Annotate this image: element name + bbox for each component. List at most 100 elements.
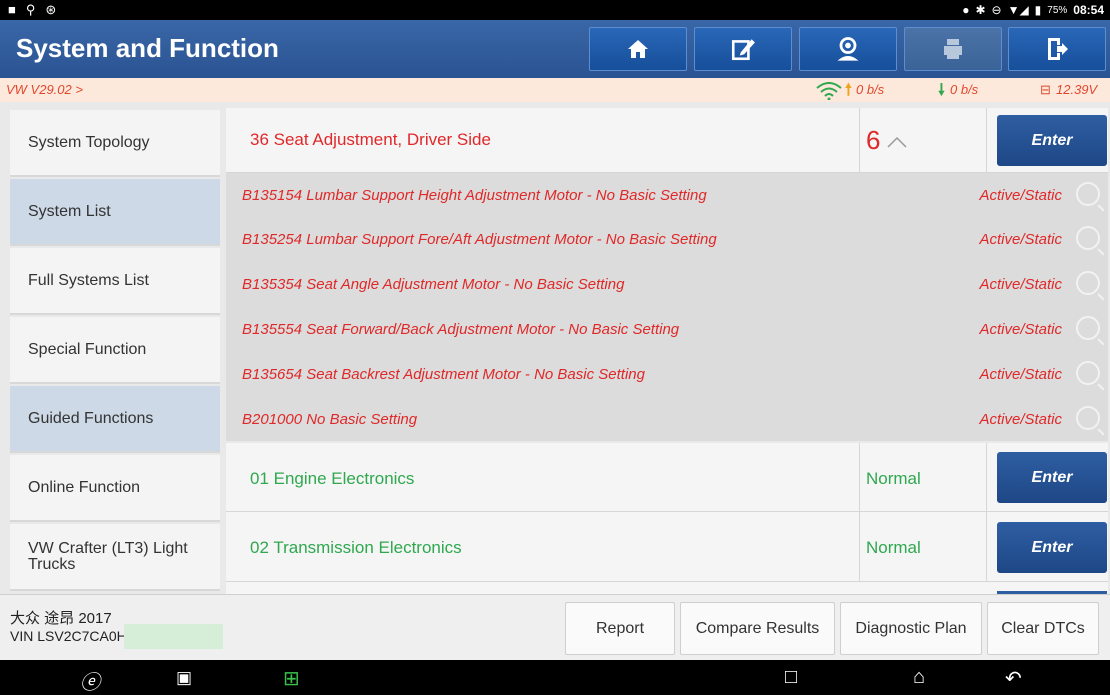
system-row-partial (226, 582, 1108, 594)
enter-button[interactable]: Enter (997, 115, 1107, 166)
image-notification-icon: ■ (8, 2, 16, 17)
footer: 大众 途昂 2017 VIN LSV2C7CA0H Report Compare… (0, 594, 1110, 661)
title-bar: System and Function (0, 20, 1110, 78)
sidebar-item-label: Online Function (28, 478, 141, 496)
sidebar-item-system-topology[interactable]: System Topology (10, 110, 220, 177)
sidebar-item-full-systems-list[interactable]: Full Systems List (10, 248, 220, 315)
vehicle-name: 大众 途昂 2017 (10, 610, 112, 627)
page-title: System and Function (16, 33, 279, 63)
print-icon (944, 39, 962, 59)
sidebar-item-guided-functions[interactable]: Guided Functions (10, 386, 220, 453)
android-nav-bar: ⓔ ▣ ⊞ □ ⌂ ↶ (0, 660, 1110, 695)
bluetooth-notification-icon: ⊛ (45, 2, 57, 17)
system-row-transmission[interactable]: 02 Transmission Electronics Normal Enter (226, 512, 1108, 582)
bluetooth-icon: ✱ (975, 3, 986, 17)
clock: 08:54 (1073, 3, 1104, 17)
dtc-state: Active/Static (979, 231, 1062, 248)
browser-icon[interactable]: ⓔ (80, 666, 100, 695)
diagnostic-plan-button[interactable]: Diagnostic Plan (840, 602, 982, 655)
gallery-icon[interactable]: ▣ (176, 668, 192, 688)
search-icon[interactable] (1076, 182, 1100, 206)
search-icon[interactable] (1076, 271, 1100, 295)
dtc-state: Active/Static (979, 276, 1062, 293)
exit-icon (1048, 38, 1068, 60)
system-name: 36 Seat Adjustment, Driver Side (250, 130, 491, 149)
system-row-engine[interactable]: 01 Engine Electronics Normal Enter (226, 443, 1108, 512)
download-arrow-icon: 🠗 (938, 82, 945, 99)
dtc-state: Active/Static (979, 187, 1062, 204)
signal-icon: ▼◢ (1007, 3, 1029, 17)
vin-label: VIN LSV2C7CA0H (10, 628, 127, 644)
home-icon (628, 40, 648, 58)
upload-arrow-icon: 🠕 (845, 82, 852, 99)
dtc-list: B135154 Lumbar Support Height Adjustment… (226, 173, 1108, 441)
system-name: 02 Transmission Electronics (250, 538, 462, 557)
dtc-description: B135554 Seat Forward/Back Adjustment Mot… (242, 321, 680, 338)
vin-redaction (124, 624, 223, 649)
search-icon[interactable] (1076, 316, 1100, 340)
support-button[interactable] (799, 27, 897, 71)
battery-percent: 75% (1047, 4, 1068, 16)
battery-voltage-icon: ⊟ (1040, 82, 1051, 97)
dtc-row[interactable]: B201000 No Basic Setting Active/Static (226, 397, 1108, 441)
download-rate: 0 b/s (950, 82, 979, 97)
dtc-row[interactable]: B135154 Lumbar Support Height Adjustment… (226, 173, 1108, 217)
dtc-description: B135354 Seat Angle Adjustment Motor - No… (242, 276, 625, 293)
sidebar-item-online-function[interactable]: Online Function (10, 455, 220, 522)
enter-button[interactable]: Enter (997, 522, 1107, 573)
home-nav-icon[interactable]: ⌂ (913, 666, 925, 689)
back-icon[interactable]: ↶ (1005, 666, 1022, 691)
sidebar-item-vehicle-model[interactable]: VW Crafter (LT3) Light Trucks (10, 524, 220, 591)
upload-rate: 0 b/s (856, 82, 885, 97)
wifi-icon (815, 82, 843, 103)
sidebar-item-system-list[interactable]: System List (10, 179, 220, 246)
dtc-description: B135254 Lumbar Support Fore/Aft Adjustme… (242, 231, 717, 248)
dtc-row[interactable]: B135654 Seat Backrest Adjustment Motor -… (226, 352, 1108, 396)
search-icon[interactable] (1076, 361, 1100, 385)
dtc-state: Active/Static (979, 366, 1062, 383)
search-icon[interactable] (1076, 226, 1100, 250)
dnd-icon: ⊖ (991, 3, 1002, 17)
fault-count: 6 (866, 125, 881, 155)
compare-results-button[interactable]: Compare Results (680, 602, 835, 655)
home-button[interactable] (589, 27, 687, 71)
sidebar: System Topology System List Full Systems… (0, 108, 220, 594)
dtc-description: B201000 No Basic Setting (242, 411, 418, 428)
battery-icon: ▮ (1034, 3, 1042, 17)
clear-dtcs-button[interactable]: Clear DTCs (987, 602, 1099, 655)
sidebar-item-label: System List (28, 202, 111, 220)
sidebar-item-label: VW Crafter (LT3) Light Trucks (28, 539, 188, 573)
sidebar-item-special-function[interactable]: Special Function (10, 317, 220, 384)
exit-button[interactable] (1008, 27, 1106, 71)
print-button[interactable] (904, 27, 1002, 71)
sidebar-item-label: System Topology (28, 133, 150, 151)
system-name: 01 Engine Electronics (250, 469, 415, 488)
info-bar: VW V29.02 > 🠕 0 b/s 🠗 0 b/s ⊟ 12.39V (0, 78, 1110, 102)
dtc-state: Active/Static (979, 411, 1062, 428)
enter-button[interactable]: Enter (997, 452, 1107, 503)
dtc-row[interactable]: B135554 Seat Forward/Back Adjustment Mot… (226, 307, 1108, 351)
dtc-row[interactable]: B135354 Seat Angle Adjustment Motor - No… (226, 262, 1108, 306)
report-button[interactable]: Report (565, 602, 675, 655)
edit-icon (731, 39, 755, 61)
battery-voltage: 12.39V (1056, 82, 1098, 97)
search-icon[interactable] (1076, 406, 1100, 430)
sidebar-item-label: Special Function (28, 340, 147, 358)
dtc-row[interactable]: B135254 Lumbar Support Fore/Aft Adjustme… (226, 217, 1108, 261)
software-version-link[interactable]: VW V29.02 > (6, 82, 83, 97)
vci-icon[interactable]: ⊞ (283, 666, 300, 691)
dtc-state: Active/Static (979, 321, 1062, 338)
recent-apps-icon[interactable]: □ (785, 666, 797, 689)
system-status: Normal (866, 469, 921, 488)
chevron-up-icon[interactable] (886, 135, 908, 149)
sidebar-item-label: Guided Functions (28, 409, 154, 427)
dtc-description: B135654 Seat Backrest Adjustment Motor -… (242, 366, 645, 383)
system-row-seat-adjustment[interactable]: 36 Seat Adjustment, Driver Side 6 Enter (226, 108, 1108, 173)
location-icon: ● (962, 3, 970, 17)
support-icon (837, 37, 859, 61)
status-bar: ■ ⚲ ⊛ ● ✱ ⊖ ▼◢ ▮ 75% 08:54 (0, 0, 1110, 20)
edit-button[interactable] (694, 27, 792, 71)
system-status: Normal (866, 538, 921, 557)
sidebar-item-label: Full Systems List (28, 271, 149, 289)
dtc-description: B135154 Lumbar Support Height Adjustment… (242, 187, 707, 204)
